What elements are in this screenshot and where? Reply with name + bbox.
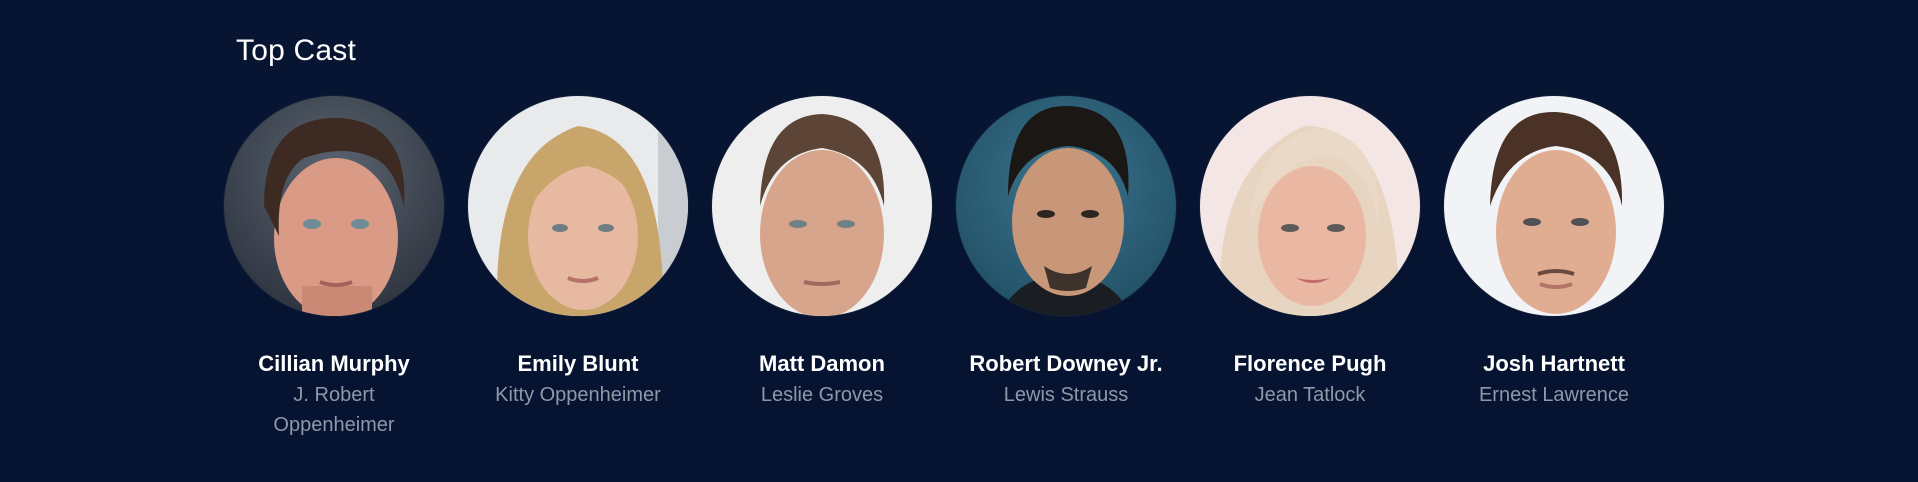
actor-photo[interactable] [1200,96,1420,316]
cast-card-josh-hartnett[interactable]: Josh Hartnett Ernest Lawrence [1444,96,1664,440]
cast-card-robert-downey-jr[interactable]: Robert Downey Jr. Lewis Strauss [956,96,1176,440]
actor-name[interactable]: Emily Blunt [517,350,638,378]
actor-photo[interactable] [224,96,444,316]
character-name: Leslie Groves [760,384,884,406]
actor-portrait-image [224,96,444,316]
cast-card-matt-damon[interactable]: Matt Damon Leslie Groves [712,96,932,440]
cast-card-cillian-murphy[interactable]: Cillian Murphy J. Robert Oppenheimer [224,96,444,440]
actor-photo[interactable] [468,96,688,316]
actor-photo[interactable] [1444,96,1664,316]
actor-name[interactable]: Florence Pugh [1234,350,1387,378]
character-name: Jean Tatlock [1254,384,1366,406]
cast-list: Cillian Murphy J. Robert Oppenheimer Emi… [224,96,1664,440]
actor-portrait-image [1444,96,1664,316]
character-name: Kitty Oppenheimer [495,384,661,406]
actor-portrait-image [712,96,932,316]
actor-photo[interactable] [712,96,932,316]
top-cast-section: Top Cast Cillian Murphy J. Robert Oppenh… [0,0,1918,482]
character-name: J. Robert Oppenheimer [273,384,395,436]
actor-name[interactable]: Cillian Murphy [258,350,410,378]
cast-card-florence-pugh[interactable]: Florence Pugh Jean Tatlock [1200,96,1420,440]
actor-name[interactable]: Josh Hartnett [1483,350,1625,378]
section-title: Top Cast [236,34,356,67]
actor-portrait-image [956,96,1176,316]
actor-portrait-image [468,96,688,316]
actor-photo[interactable] [956,96,1176,316]
cast-card-emily-blunt[interactable]: Emily Blunt Kitty Oppenheimer [468,96,688,440]
character-name: Lewis Strauss [1003,384,1129,406]
actor-name[interactable]: Robert Downey Jr. [969,350,1162,378]
character-name: Ernest Lawrence [1478,384,1630,406]
actor-portrait-image [1200,96,1420,316]
actor-name[interactable]: Matt Damon [759,350,885,378]
